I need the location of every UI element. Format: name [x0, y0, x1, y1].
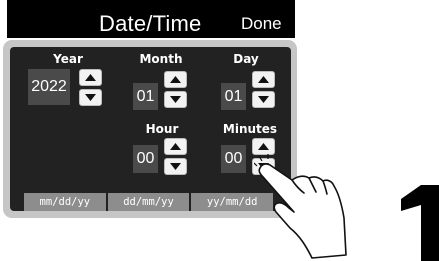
- hour-down-button[interactable]: [164, 158, 187, 175]
- hour-up-button[interactable]: [164, 138, 187, 155]
- day-down-button[interactable]: [252, 91, 275, 108]
- chevron-down-icon: [170, 96, 181, 103]
- page-title: Date/Time: [99, 11, 202, 36]
- day-up-button[interactable]: [252, 71, 275, 88]
- pointing-hand-icon: [254, 154, 347, 259]
- month-label: Month: [139, 52, 183, 66]
- chevron-up-icon: [170, 76, 181, 83]
- hour-label: Hour: [145, 122, 179, 136]
- header-bar: Date/Time Done: [7, 0, 295, 38]
- done-button[interactable]: Done: [241, 14, 282, 34]
- chevron-down-icon: [170, 163, 181, 170]
- chevron-up-icon: [258, 76, 269, 83]
- step-number-icon: [401, 185, 439, 261]
- day-label: Day: [233, 52, 259, 66]
- date-format-selector: mm/dd/yy dd/mm/yy yy/mm/dd: [24, 193, 274, 211]
- chevron-up-icon: [170, 143, 181, 150]
- month-value: 01: [133, 83, 158, 110]
- hour-value: 00: [133, 145, 158, 173]
- chevron-up-icon: [258, 143, 269, 150]
- minutes-value: 00: [221, 145, 246, 173]
- chevron-up-icon: [85, 74, 96, 81]
- year-down-button[interactable]: [79, 89, 102, 106]
- format-mmddyy-button[interactable]: mm/dd/yy: [24, 193, 106, 211]
- minutes-label: Minutes: [222, 122, 278, 136]
- month-down-button[interactable]: [164, 91, 187, 108]
- chevron-down-icon: [258, 96, 269, 103]
- format-ddmmyy-button[interactable]: dd/mm/yy: [107, 193, 190, 211]
- chevron-down-icon: [85, 94, 96, 101]
- day-value: 01: [221, 83, 246, 110]
- month-up-button[interactable]: [164, 71, 187, 88]
- year-value: 2022: [28, 69, 70, 105]
- year-label: Year: [53, 52, 83, 66]
- year-up-button[interactable]: [79, 69, 102, 86]
